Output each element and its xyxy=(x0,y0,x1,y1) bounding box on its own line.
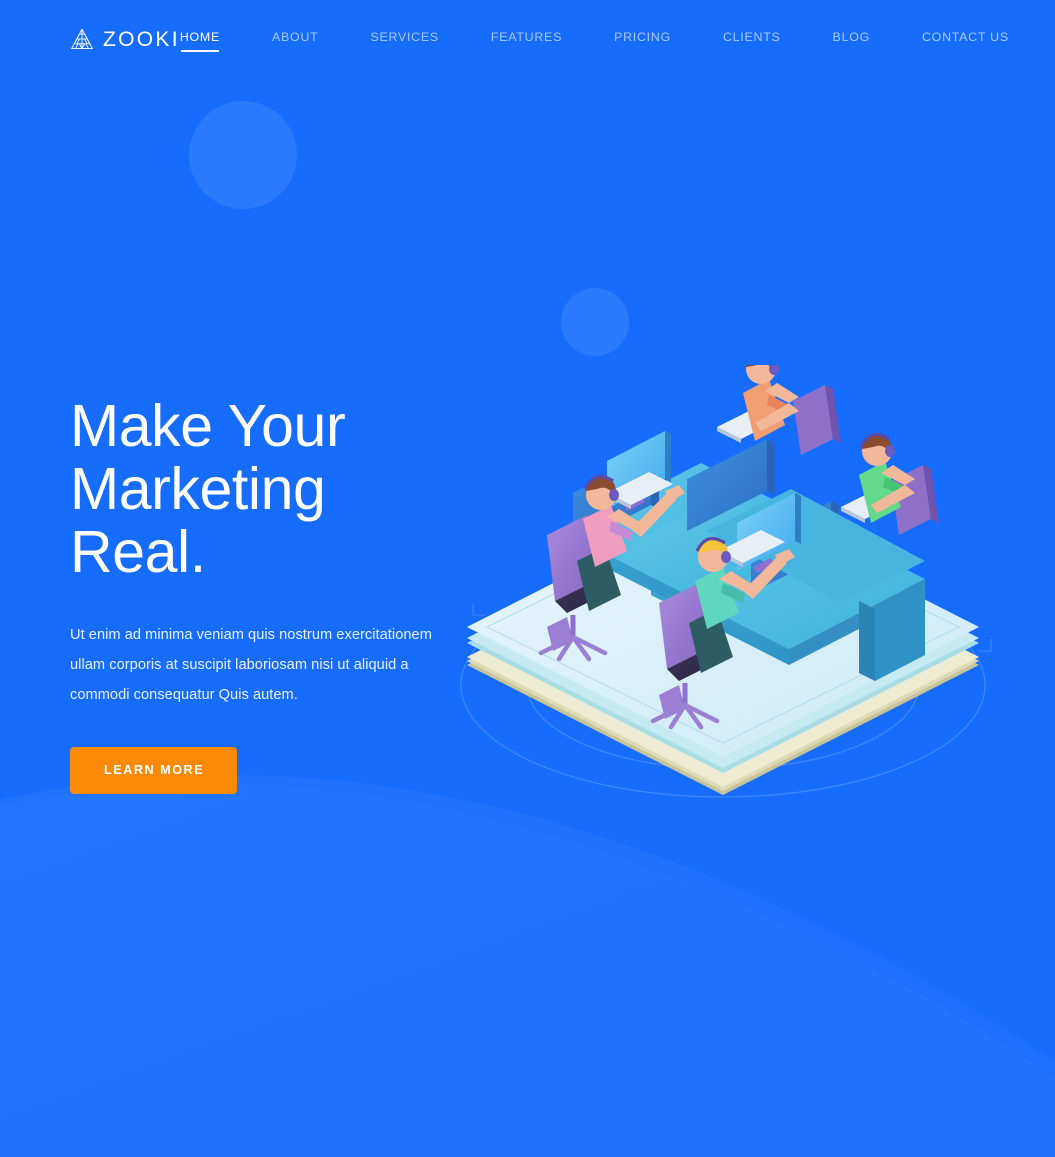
decor-circle-top-left xyxy=(189,101,297,209)
brand-logo[interactable]: ZOOKI xyxy=(70,28,180,50)
nav-item-contact-us[interactable]: CONTACT US xyxy=(922,26,1009,52)
hero-title: Make Your Marketing Real. xyxy=(70,393,346,585)
nav-item-features[interactable]: FEATURES xyxy=(491,26,562,52)
hero-section: ZOOKI HOME ABOUT SERVICES FEATURES PRICI… xyxy=(0,0,1055,1157)
isometric-call-center-office-illustration xyxy=(455,365,1015,805)
site-header: ZOOKI HOME ABOUT SERVICES FEATURES PRICI… xyxy=(0,0,1055,78)
nav-item-pricing[interactable]: PRICING xyxy=(614,26,671,52)
nav-item-about[interactable]: ABOUT xyxy=(272,26,318,52)
hero-copy: Make Your Marketing Real. Ut enim ad min… xyxy=(70,395,500,794)
main-navigation: HOME ABOUT SERVICES FEATURES PRICING CLI… xyxy=(180,26,1009,53)
learn-more-button[interactable]: LEARN MORE xyxy=(70,747,238,794)
brand-name: ZOOKI xyxy=(103,27,180,51)
triangle-pyramid-logo-icon xyxy=(71,28,93,50)
nav-item-blog[interactable]: BLOG xyxy=(833,26,870,52)
nav-item-services[interactable]: SERVICES xyxy=(370,26,438,52)
hero-subtitle: Ut enim ad minima veniam quis nostrum ex… xyxy=(70,627,432,703)
nav-item-clients[interactable]: CLIENTS xyxy=(723,26,781,52)
decor-circle-mid xyxy=(561,288,629,356)
nav-item-home[interactable]: HOME xyxy=(180,26,220,53)
